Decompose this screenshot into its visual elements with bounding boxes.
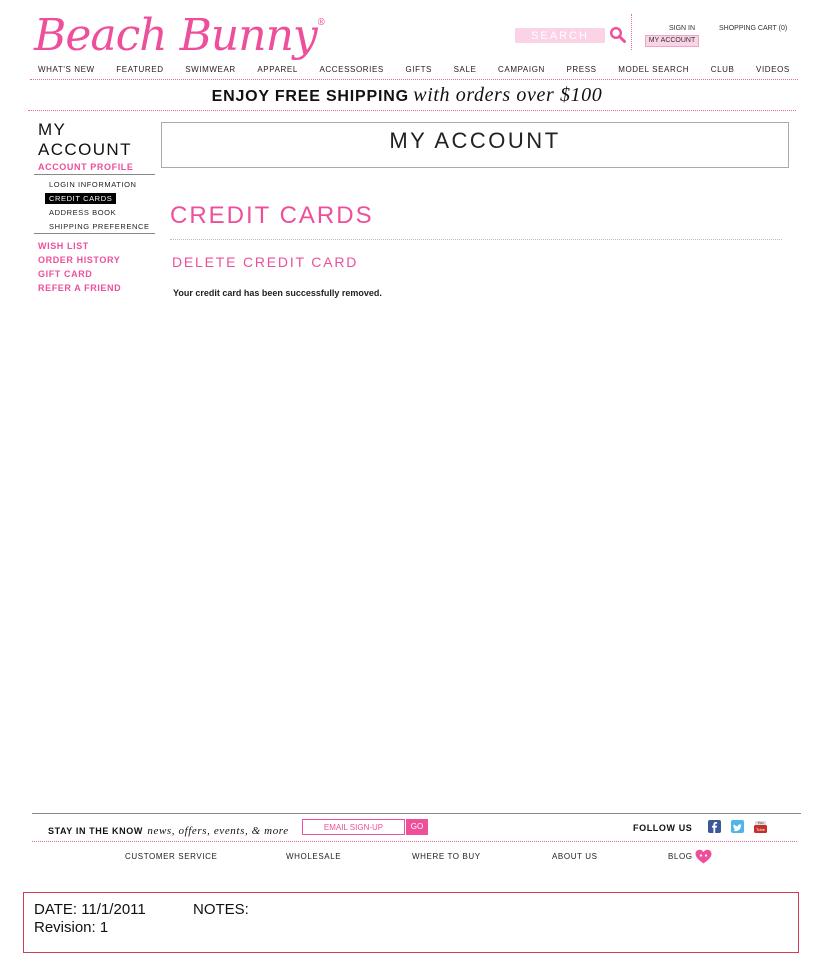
nav-item-press[interactable]: PRESS xyxy=(566,65,596,74)
logo-registered-mark: ® xyxy=(316,18,326,28)
section-title: CREDIT CARDS xyxy=(170,202,374,229)
main-nav: WHAT'S NEW FEATURED SWIMWEAR APPAREL ACC… xyxy=(38,65,790,74)
sidebar-subitem-credit-cards[interactable]: CREDIT CARDS xyxy=(45,193,117,204)
sidebar-title-line1: MY xyxy=(38,120,67,139)
follow-us-label: FOLLOW US xyxy=(633,823,693,833)
footer-divider xyxy=(32,813,801,814)
sidebar-item-gift-card[interactable]: GIFT CARD xyxy=(38,269,92,279)
search-icon[interactable] xyxy=(609,26,627,44)
section-divider xyxy=(170,239,782,240)
sidebar-subitem-address-book[interactable]: ADDRESS BOOK xyxy=(49,208,116,217)
footer-link-blog[interactable]: BLOG xyxy=(668,852,693,861)
youtube-icon[interactable]: You Tube xyxy=(754,820,767,833)
nav-item-whats-new[interactable]: WHAT'S NEW xyxy=(38,65,95,74)
nav-item-club[interactable]: CLUB xyxy=(711,65,735,74)
sidebar-item-account-profile[interactable]: ACCOUNT PROFILE xyxy=(38,162,134,172)
sidebar-item-order-history[interactable]: ORDER HISTORY xyxy=(38,255,120,265)
nav-item-model-search[interactable]: MODEL SEARCH xyxy=(618,65,689,74)
nav-item-sale[interactable]: SALE xyxy=(454,65,477,74)
sidebar-title-line2: ACCOUNT xyxy=(38,140,132,159)
footer-link-customer-service[interactable]: CUSTOMER SERVICE xyxy=(125,852,217,861)
footer-link-about-us[interactable]: ABOUT US xyxy=(552,852,598,861)
svg-text:You: You xyxy=(758,821,764,825)
nav-item-campaign[interactable]: CAMPAIGN xyxy=(498,65,545,74)
search-input[interactable] xyxy=(515,28,605,43)
header-divider xyxy=(631,14,632,50)
nav-item-videos[interactable]: VIDEOS xyxy=(756,65,790,74)
sidebar-divider xyxy=(34,174,155,175)
footer-link-where-to-buy[interactable]: WHERE TO BUY xyxy=(412,852,481,861)
notes-label: NOTES: xyxy=(193,901,249,918)
newsletter-bold-text: STAY IN THE KNOW xyxy=(48,826,143,836)
sidebar-item-refer-a-friend[interactable]: REFER A FRIEND xyxy=(38,283,121,293)
nav-divider xyxy=(30,79,798,80)
nav-item-gifts[interactable]: GIFTS xyxy=(405,65,432,74)
logo-text: Beach Bunny xyxy=(34,10,318,61)
sidebar-title: MY ACCOUNT xyxy=(38,120,158,160)
svg-text:Tube: Tube xyxy=(756,827,766,832)
notes-date: DATE: 11/1/2011 xyxy=(34,901,146,918)
nav-item-featured[interactable]: FEATURED xyxy=(116,65,163,74)
shopping-cart-link[interactable]: SHOPPING CART (0) xyxy=(719,25,787,32)
notes-revision: Revision: 1 xyxy=(34,919,109,936)
sidebar-item-wish-list[interactable]: WISH LIST xyxy=(38,241,89,251)
promo-banner[interactable]: ENJOY FREE SHIPPING with orders over $10… xyxy=(0,84,814,107)
nav-item-apparel[interactable]: APPAREL xyxy=(257,65,298,74)
status-message: Your credit card has been successfully r… xyxy=(173,288,382,298)
sidebar-subitem-shipping-preference[interactable]: SHIPPING PREFERENCE xyxy=(49,222,150,231)
blog-heart-icon[interactable] xyxy=(695,849,712,864)
promo-divider xyxy=(28,110,796,111)
sidebar-subitem-login-information[interactable]: LOGIN INFORMATION xyxy=(49,180,137,189)
sign-in-link[interactable]: SIGN IN xyxy=(669,25,695,32)
footer-links-divider xyxy=(32,841,797,842)
newsletter-italic-text: news, offers, events, & more xyxy=(147,825,289,837)
my-account-button[interactable]: MY ACCOUNT xyxy=(645,35,699,47)
nav-item-swimwear[interactable]: SWIMWEAR xyxy=(185,65,236,74)
page-title: MY ACCOUNT xyxy=(389,128,561,153)
sidebar-divider xyxy=(34,233,155,234)
footer-link-wholesale[interactable]: WHOLESALE xyxy=(286,852,341,861)
promo-bold-text: ENJOY FREE SHIPPING xyxy=(211,88,409,105)
promo-italic-text: with orders over $100 xyxy=(413,84,603,106)
facebook-icon[interactable] xyxy=(708,820,721,833)
subsection-title: DELETE CREDIT CARD xyxy=(172,254,359,270)
email-signup-input[interactable] xyxy=(302,819,405,835)
nav-item-accessories[interactable]: ACCESSORIES xyxy=(319,65,383,74)
email-go-button[interactable]: GO xyxy=(406,819,428,835)
beach-bunny-logo[interactable]: Beach Bunny® xyxy=(34,10,326,61)
twitter-icon[interactable] xyxy=(731,820,744,833)
newsletter-prompt: STAY IN THE KNOW news, offers, events, &… xyxy=(48,821,289,839)
